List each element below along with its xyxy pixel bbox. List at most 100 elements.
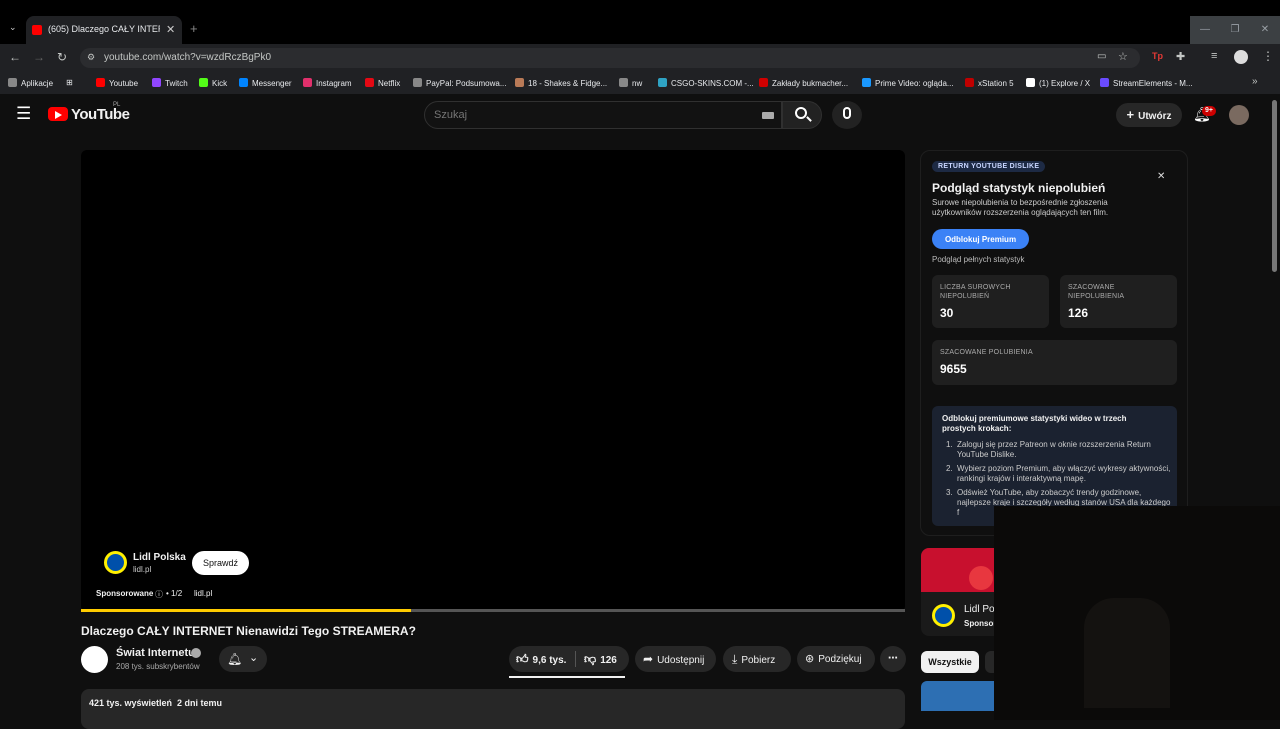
bookmark-favicon-icon (1026, 78, 1035, 87)
sidebar-ad-logo-icon (932, 604, 955, 627)
rud-est-likes-value: 9655 (940, 362, 967, 376)
keyboard-icon[interactable] (762, 112, 774, 119)
ad-counter: • 1/2 (166, 589, 183, 598)
rud-raw-dislikes-label: LICZBA SUROWYCH NIEPOLUBIEŃ (940, 284, 1011, 300)
bookmark-item[interactable]: (1) Explore / X (1026, 78, 1090, 88)
media-control-icon[interactable]: ≡ (1211, 50, 1217, 62)
create-label: Utwórz (1138, 111, 1172, 122)
minimize-button[interactable]: — (1190, 16, 1220, 44)
sidebar-ad-card[interactable]: Lidl Po Sponsor (921, 548, 994, 636)
bookmark-label: (1) Explore / X (1039, 79, 1091, 88)
bookmark-label: Youtube (109, 79, 139, 88)
close-window-button[interactable]: ✕ (1250, 16, 1280, 44)
ad-progress-fill (81, 609, 411, 612)
bookmark-favicon-icon (1100, 78, 1109, 87)
page-scrollbar-thumb[interactable] (1272, 100, 1277, 272)
sidebar-video-thumbnail[interactable] (921, 681, 994, 711)
more-actions-button[interactable]: ⋯ (880, 646, 906, 672)
logo-text: YouTube (71, 106, 130, 123)
reload-icon[interactable]: ↻ (57, 50, 67, 64)
thanks-button[interactable]: ⊛ Podziękuj (797, 646, 875, 672)
thanks-icon: ⊛ (805, 653, 815, 665)
webcam-person-shape (1084, 598, 1170, 708)
channel-name[interactable]: Świat Internetu (116, 647, 195, 659)
download-button[interactable]: ⤓ Pobierz (723, 646, 791, 672)
bookmark-label: Instagram (316, 79, 352, 88)
rud-close-icon[interactable]: ✕ (1157, 171, 1165, 182)
dislike-button[interactable]: 👎︎ 126 (584, 646, 617, 672)
tab-close-icon[interactable]: ✕ (166, 23, 175, 36)
search-input[interactable] (434, 106, 744, 124)
bookmark-item[interactable]: Prime Video: ogląda... (862, 78, 954, 88)
rud-unlock-premium-button[interactable]: Odblokuj Premium (932, 229, 1029, 249)
like-dislike-divider (575, 651, 576, 667)
bookmark-item[interactable]: Twitch (152, 78, 188, 88)
download-icon: ⤓ (732, 652, 738, 666)
install-app-icon[interactable]: ▭ (1097, 51, 1106, 62)
view-count-date: 421 tys. wyświetleń 2 dni temu (89, 698, 223, 708)
more-bookmarks-icon[interactable]: » (1252, 76, 1258, 87)
bookmark-item[interactable]: Youtube (96, 78, 138, 88)
rud-preview-link[interactable]: Podgląd pełnych statystyk (932, 255, 1025, 264)
share-button[interactable]: ➦ Udostępnij (635, 646, 716, 672)
chip-all[interactable]: Wszystkie (921, 651, 979, 673)
tab-title: (605) Dlaczego CAŁY INTERNET (48, 24, 160, 34)
ad-link[interactable]: lidl.pl (194, 589, 212, 598)
bookmark-label: Netflix (378, 79, 401, 88)
ad-cta-button[interactable]: Sprawdź (192, 551, 249, 575)
apps-grid-icon[interactable]: ⊞ (66, 78, 73, 87)
description-box[interactable]: 421 tys. wyświetleń 2 dni temu (81, 689, 905, 729)
account-avatar[interactable] (1229, 105, 1249, 125)
channel-avatar[interactable] (81, 646, 108, 673)
download-label: Pobierz (741, 655, 776, 666)
webcam-overlay (994, 506, 1280, 720)
bookmark-item[interactable]: PayPal: Podsumowa... (413, 78, 506, 88)
profile-avatar-icon[interactable] (1234, 50, 1248, 64)
bookmark-item[interactable]: 18 - Shakes & Fidge... (515, 78, 607, 88)
bookmark-star-icon[interactable]: ☆ (1118, 50, 1128, 63)
share-icon: ➦ (643, 652, 654, 666)
bookmark-label: xStation 5 (978, 79, 1014, 88)
browser-tab-active[interactable]: (605) Dlaczego CAŁY INTERNET ✕ (26, 16, 182, 44)
rud-steps-title: Odblokuj premiumowe statystyki wideo w t… (942, 414, 1127, 433)
bookmark-item[interactable]: Instagram (303, 78, 352, 88)
subscription-bell-button[interactable]: 🔔︎ ⌄ (219, 646, 267, 672)
bookmark-favicon-icon (619, 78, 628, 87)
extensions-puzzle-icon[interactable]: ✚ (1176, 50, 1185, 63)
like-button[interactable]: 👍︎ 9,6 tys. (516, 646, 566, 672)
bookmark-item[interactable]: xStation 5 (965, 78, 1014, 88)
url-text[interactable]: youtube.com/watch?v=wzdRczBgPk0 (104, 52, 271, 63)
back-icon[interactable]: ← (9, 50, 21, 64)
verified-icon (191, 648, 201, 658)
bookmark-item[interactable]: nw (619, 78, 642, 88)
bookmark-item[interactable]: Aplikacje (8, 78, 53, 88)
video-player[interactable] (81, 150, 905, 612)
bookmark-item[interactable]: Messenger (239, 78, 292, 88)
video-title: Dlaczego CAŁY INTERNET Nienawidzi Tego S… (81, 624, 416, 638)
bookmark-favicon-icon (96, 78, 105, 87)
ad-advertiser-name: Lidl Polska (133, 552, 186, 563)
bookmark-item[interactable]: Kick (199, 78, 227, 88)
forward-icon[interactable]: → (33, 50, 45, 64)
site-info-icon[interactable]: ⚙ (87, 52, 95, 63)
create-button[interactable]: + Utwórz (1116, 103, 1182, 127)
bookmark-item[interactable]: Zakłady bukmacher... (759, 78, 848, 88)
chip-next[interactable] (985, 651, 994, 673)
rud-description: Surowe niepolubienia to bezpośrednie zgł… (932, 198, 1109, 217)
tab-list-chevron-icon[interactable]: ⌄ (9, 22, 17, 33)
ad-info-icon[interactable]: ⓘ (155, 589, 163, 600)
restore-button[interactable]: ❐ (1220, 16, 1250, 44)
guide-menu-icon[interactable]: ☰ (16, 104, 31, 124)
bookmark-item[interactable]: StreamElements - M... (1100, 78, 1193, 88)
bookmark-item[interactable]: Netflix (365, 78, 400, 88)
extension-tp-icon[interactable]: Tp (1152, 51, 1163, 61)
voice-search-button[interactable] (832, 101, 862, 129)
search-button[interactable] (782, 101, 822, 129)
browser-menu-icon[interactable]: ⋮ (1262, 49, 1274, 63)
bookmark-favicon-icon (862, 78, 871, 87)
bookmark-label: CSGO-SKINS.COM -... (671, 79, 754, 88)
rud-raw-dislikes-value: 30 (940, 306, 954, 320)
thanks-label: Podziękuj (818, 654, 862, 665)
bookmark-item[interactable]: CSGO-SKINS.COM -... (658, 78, 754, 88)
new-tab-icon[interactable]: + (190, 21, 198, 36)
